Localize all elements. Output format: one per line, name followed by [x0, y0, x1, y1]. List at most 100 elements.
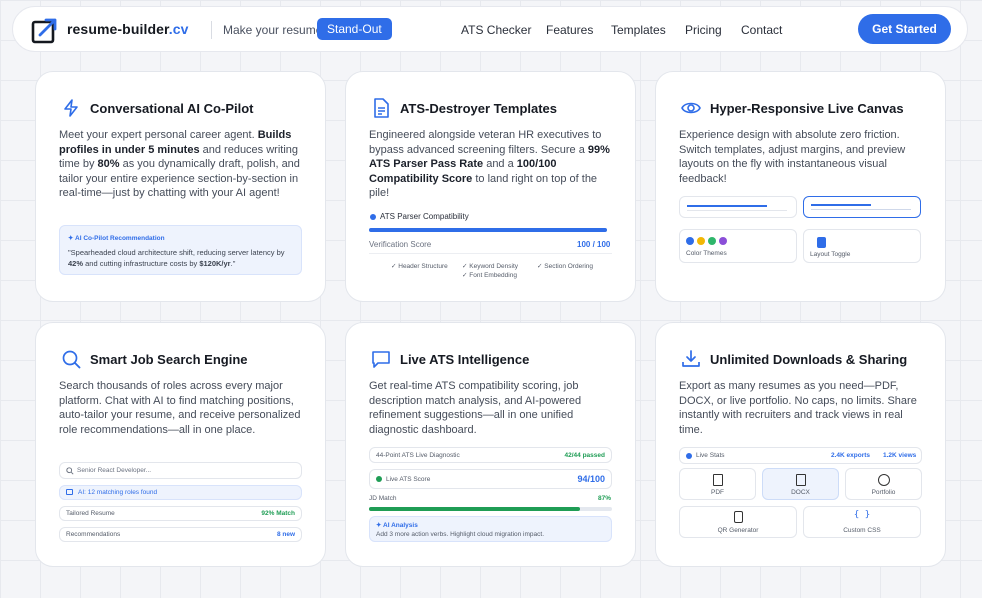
- theme-swatches: [686, 237, 727, 245]
- ai-results-banner: AI: 12 matching roles found: [59, 485, 302, 500]
- card-description: Experience design with absolute zero fri…: [679, 129, 906, 185]
- nav-link-features[interactable]: Features: [546, 23, 593, 37]
- braces-icon: { }: [853, 510, 871, 520]
- phone-icon: [734, 511, 743, 523]
- search-icon: [66, 467, 74, 475]
- card-title: Live ATS Intelligence: [400, 352, 530, 367]
- card-description: Export as many resumes as you need—PDF, …: [679, 380, 917, 436]
- status-dot: [370, 213, 376, 220]
- logo-icon[interactable]: [31, 16, 59, 44]
- lightning-icon: [64, 99, 78, 117]
- status-dot: [686, 453, 692, 459]
- tagline-pill: Stand-Out: [317, 18, 392, 40]
- card-title: Smart Job Search Engine: [90, 352, 248, 367]
- ai-recommendation-box: ✦ AI Co-Pilot Recommendation "Spearheade…: [59, 225, 302, 275]
- feature-card-ats-templates: ATS-Destroyer Templates Engineered along…: [345, 71, 636, 302]
- feature-card-live-canvas: Hyper-Responsive Live Canvas Experience …: [655, 71, 946, 302]
- card-description: Get real-time ATS compatibility scoring,…: [369, 380, 582, 436]
- pdf-icon: [713, 474, 723, 486]
- score-value: 94/100: [577, 474, 605, 484]
- eye-icon: [681, 102, 701, 114]
- diagnostic-row: 44-Point ATS Live Diagnostic 42/44 passe…: [369, 447, 612, 463]
- qr-generator-tile[interactable]: QR Generator: [679, 506, 797, 538]
- template-preview-b[interactable]: [803, 196, 921, 218]
- jd-match-bar: [369, 507, 612, 511]
- docx-icon: [796, 474, 806, 486]
- document-icon: [374, 98, 389, 118]
- check-item: ✓ Font Embedding: [462, 272, 517, 279]
- brand-name[interactable]: resume-builder.cv: [67, 21, 189, 37]
- top-navbar: resume-builder.cv Make your resume Stand…: [12, 6, 968, 52]
- card-title: ATS-Destroyer Templates: [400, 101, 558, 116]
- qr-label: QR Generator: [717, 527, 759, 534]
- docx-label: DOCX: [791, 489, 810, 496]
- verification-value: 100 / 100: [577, 240, 611, 249]
- check-item: ✓ Section Ordering: [537, 263, 594, 270]
- job-search-input[interactable]: Senior React Developer...: [59, 462, 302, 479]
- diagnostic-value: 42/44 passed: [564, 452, 605, 459]
- card-description: Search thousands of roles across every m…: [59, 380, 301, 436]
- feature-card-downloads: Unlimited Downloads & Sharing Export as …: [655, 322, 946, 567]
- recommendation-label: ✦ AI Co-Pilot Recommendation: [68, 235, 165, 242]
- portfolio-label: Portfolio: [871, 489, 896, 496]
- get-started-button[interactable]: Get Started: [858, 14, 951, 44]
- compat-label: ATS Parser Compatibility: [370, 212, 469, 221]
- color-themes-panel[interactable]: Color Themes: [679, 229, 797, 263]
- theme-swatch[interactable]: [719, 237, 727, 245]
- nav-link-templates[interactable]: Templates: [611, 23, 666, 37]
- template-preview-a[interactable]: [679, 196, 797, 218]
- verification-label: Verification Score: [369, 240, 432, 249]
- card-description: Meet your expert personal career agent. …: [59, 129, 300, 200]
- recommendation-text: "Spearheaded cloud architecture shift, r…: [68, 248, 285, 268]
- stats-label: Live Stats: [696, 452, 725, 459]
- export-portfolio-tile[interactable]: Portfolio: [845, 468, 922, 500]
- analysis-label: ✦ AI Analysis: [376, 522, 418, 529]
- search-placeholder: Senior React Developer...: [77, 467, 152, 474]
- tailored-label: Tailored Resume: [66, 510, 115, 517]
- check-item: ✓ Header Structure: [391, 263, 448, 270]
- jd-match-fill: [369, 507, 581, 511]
- analysis-text: Add 3 more action verbs. Highlight cloud…: [376, 531, 544, 538]
- recommendations-row[interactable]: Recommendations 8 new: [59, 527, 302, 542]
- jd-match-value: 87%: [597, 495, 611, 502]
- layout-toggle-panel[interactable]: Layout Toggle: [803, 229, 921, 263]
- search-icon: [62, 350, 81, 369]
- layout-toggle-label: Layout Toggle: [810, 251, 851, 258]
- recommendations-value: 8 new: [276, 531, 295, 538]
- chat-bubble-icon: [372, 351, 390, 368]
- card-description: Engineered alongside veteran HR executiv…: [369, 129, 610, 200]
- live-score-row: Live ATS Score 94/100: [369, 469, 612, 489]
- nav-link-contact[interactable]: Contact: [741, 23, 782, 37]
- color-themes-label: Color Themes: [686, 250, 727, 257]
- tagline: Make your resume: [223, 23, 323, 37]
- ai-results-text: AI: 12 matching roles found: [78, 489, 158, 496]
- export-pdf-tile[interactable]: PDF: [679, 468, 756, 500]
- jd-match-label: JD Match: [369, 495, 397, 502]
- nav-link-pricing[interactable]: Pricing: [685, 23, 722, 37]
- nav-link-ats-checker[interactable]: ATS Checker: [461, 23, 531, 37]
- download-icon: [682, 350, 700, 367]
- feature-card-live-ats: Live ATS Intelligence Get real-time ATS …: [345, 322, 636, 567]
- diagnostic-label: 44-Point ATS Live Diagnostic: [376, 452, 460, 459]
- card-title: Hyper-Responsive Live Canvas: [710, 101, 904, 116]
- chat-icon: [66, 489, 73, 495]
- views-count: 1.2K views: [883, 452, 917, 459]
- recommendations-label: Recommendations: [66, 531, 121, 538]
- feature-card-copilot: Conversational AI Co-Pilot Meet your exp…: [35, 71, 326, 302]
- live-stats-row: Live Stats 2.4K exports 1.2K views: [679, 447, 922, 464]
- theme-swatch[interactable]: [708, 237, 716, 245]
- feature-card-job-search: Smart Job Search Engine Search thousands…: [35, 322, 326, 567]
- pdf-label: PDF: [711, 489, 724, 496]
- status-dot: [376, 476, 382, 482]
- export-docx-tile[interactable]: DOCX: [762, 468, 839, 500]
- theme-swatch[interactable]: [686, 237, 694, 245]
- custom-css-label: Custom CSS: [843, 527, 881, 534]
- card-title: Conversational AI Co-Pilot: [90, 101, 254, 116]
- custom-css-tile[interactable]: { } Custom CSS: [803, 506, 921, 538]
- nav-divider: [211, 21, 212, 39]
- exports-count: 2.4K exports: [831, 452, 871, 459]
- theme-swatch[interactable]: [697, 237, 705, 245]
- card-title: Unlimited Downloads & Sharing: [710, 352, 908, 367]
- tailored-resume-row[interactable]: Tailored Resume 92% Match: [59, 506, 302, 521]
- tailored-value: 92% Match: [261, 510, 295, 517]
